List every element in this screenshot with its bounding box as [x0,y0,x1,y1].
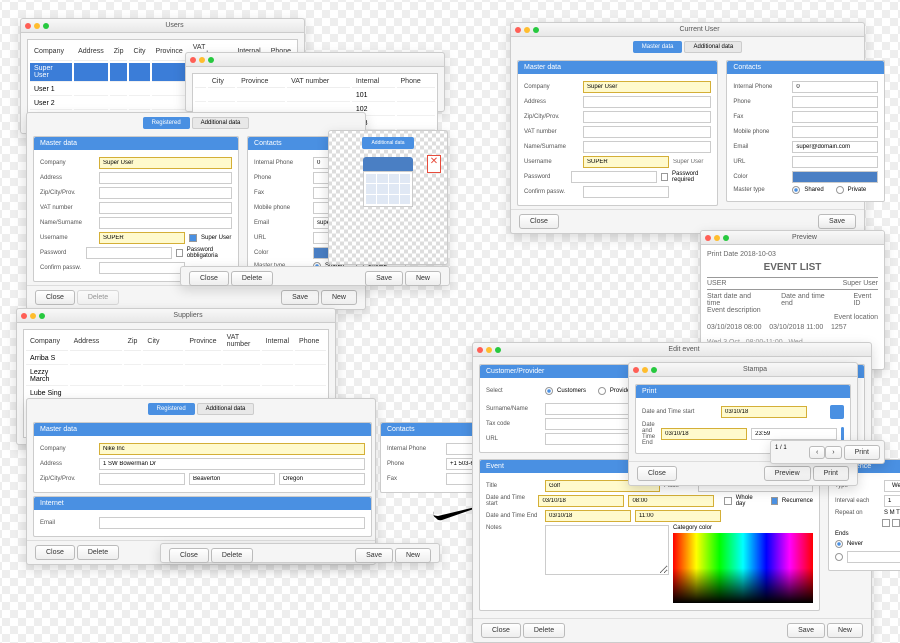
current-user-window: Current User Master dataAdditional data … [510,22,865,234]
close-button[interactable]: Close [519,214,559,229]
close-icon[interactable] [25,23,31,29]
table-row[interactable]: Lezzy March [26,367,326,386]
delete-icon[interactable]: ✕ [427,155,441,173]
username-input[interactable] [99,232,185,244]
address-input[interactable] [99,172,232,184]
table-row[interactable]: Arriba S [26,353,326,365]
confirm-input[interactable] [99,262,185,274]
tab-registered[interactable]: Registered [143,117,190,129]
name-input[interactable] [99,217,232,229]
calendar-icon[interactable] [841,427,844,441]
calendar-icon [363,157,413,207]
type-select[interactable]: Weekly [884,480,900,492]
close-icon[interactable] [515,27,521,33]
providers-radio[interactable] [598,387,606,395]
footer-bar2: Close DeleteSave New [160,543,440,563]
save-button[interactable]: Save [818,214,856,229]
window-title: Users [49,22,300,29]
minimize-icon[interactable] [524,27,530,33]
calendar-preview: Additional data ✕ [328,130,448,265]
print-footer: 1 / 1‹› Print [770,440,885,464]
preview-button[interactable]: Preview [764,466,811,481]
pass-oblig-check[interactable] [176,249,183,257]
footer-bar: Close DeleteSave New [180,266,450,286]
notes-input[interactable] [545,525,669,575]
close-button[interactable]: Close [35,290,75,305]
panel-master: Master data [34,137,238,150]
calendar-icon[interactable] [830,405,844,419]
superuser-check[interactable] [189,234,197,242]
save-button[interactable]: Save [281,290,319,305]
report-title: EVENT LIST [707,262,878,273]
customers-radio[interactable] [545,387,553,395]
company-input[interactable] [99,157,232,169]
titlebar[interactable]: Users [21,19,304,33]
password-input[interactable] [86,247,172,259]
company-input[interactable] [583,81,711,93]
users-window-bg: CityProvinceVAT numberInternalPhone10110… [185,52,445,112]
tab-additional[interactable]: Additional data [192,117,250,129]
window-title: Current User [539,26,860,33]
delete-button[interactable]: Delete [77,290,119,305]
supplier-editor: RegisteredAdditional data Master data Co… [26,398,376,565]
color-picker[interactable] [673,533,813,603]
company-input[interactable] [99,443,365,455]
close-button[interactable]: Close [637,466,677,481]
date-start-input[interactable] [721,406,807,418]
zip-input[interactable] [99,187,232,199]
new-button[interactable]: New [321,290,357,305]
minimize-icon[interactable] [34,23,40,29]
date-end-input[interactable] [661,428,747,440]
stampa-window: Stampa Print Date and Time start Date an… [628,362,858,486]
vat-input[interactable] [99,202,232,214]
print-button[interactable]: Print [813,466,849,481]
